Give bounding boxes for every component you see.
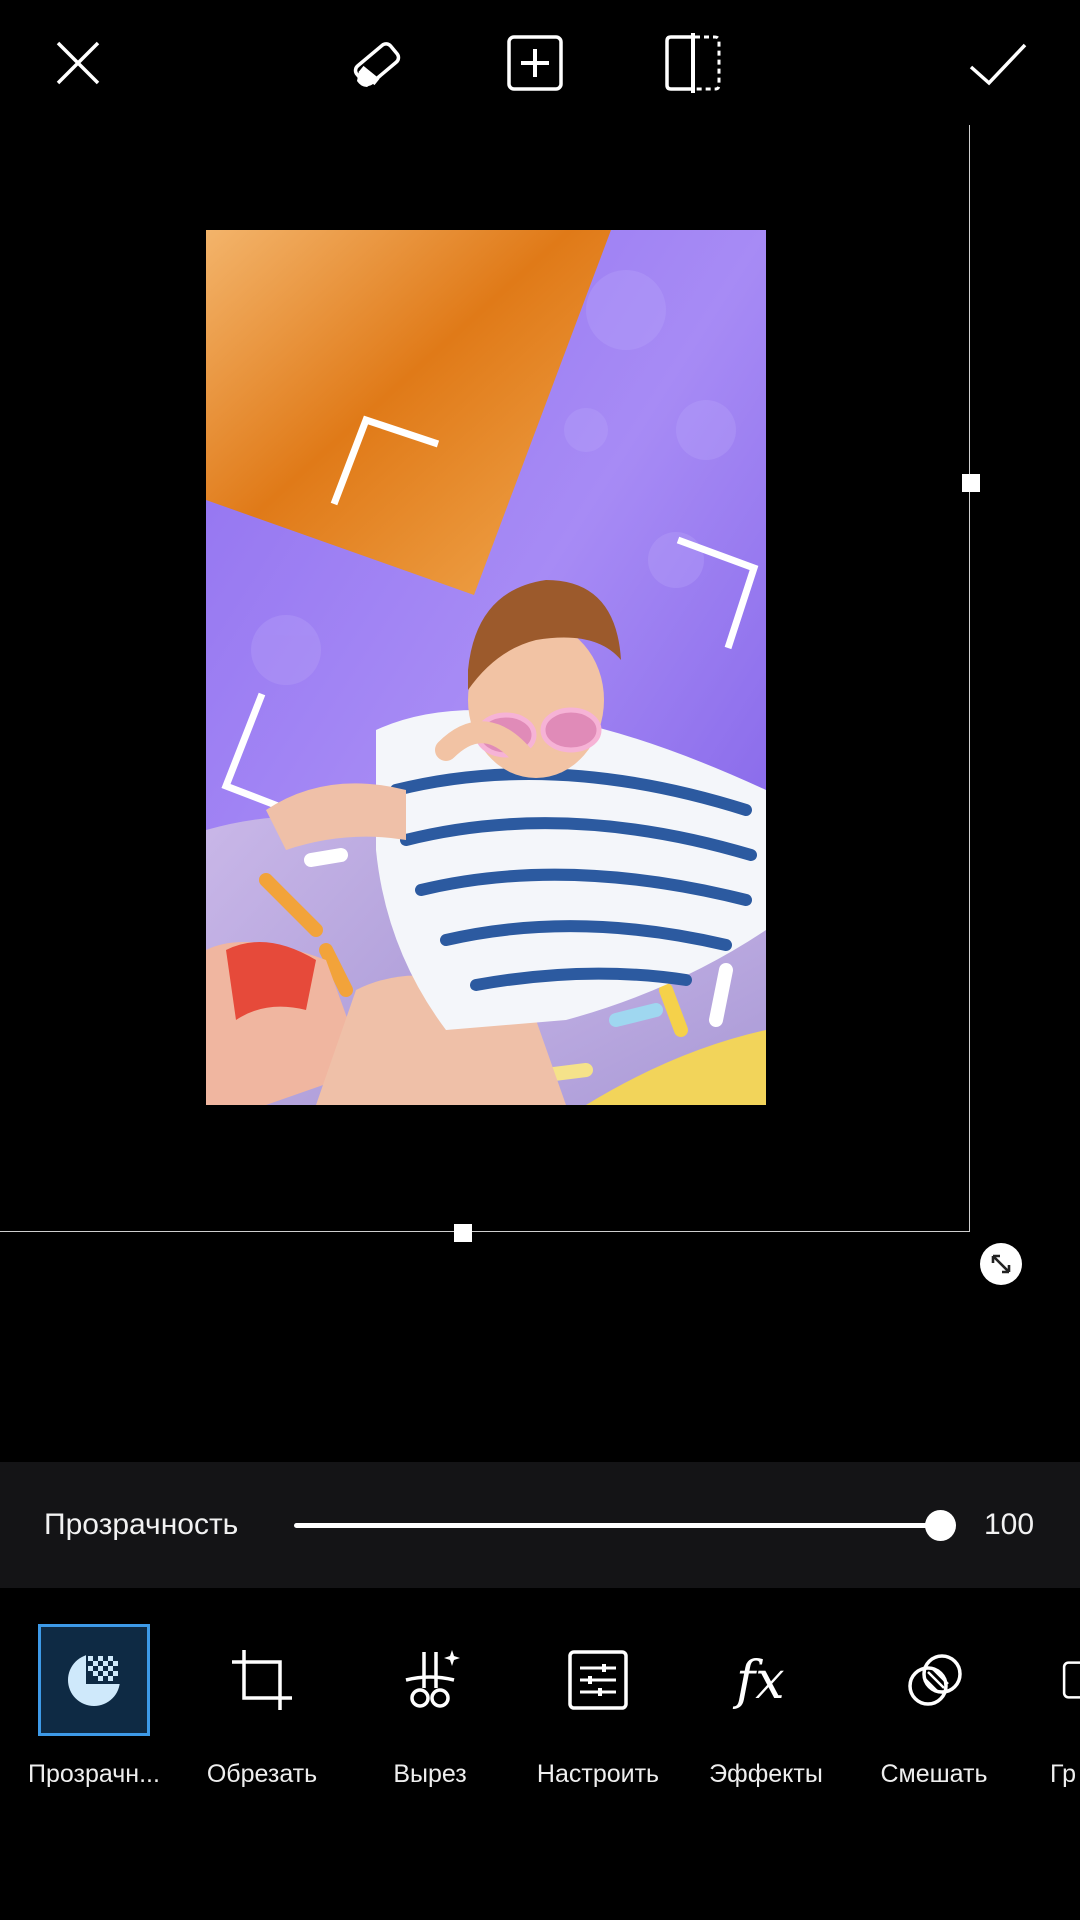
fx-icon: fx (710, 1624, 822, 1736)
selection-frame-right (969, 125, 970, 1232)
opacity-slider-thumb[interactable] (925, 1510, 956, 1541)
selection-frame-bottom (0, 1231, 970, 1232)
eraser-button[interactable] (342, 28, 412, 98)
tool-transparency[interactable]: Прозрачн... (10, 1620, 178, 1788)
crop-icon (206, 1624, 318, 1736)
tool-label: Прозрачн... (28, 1760, 160, 1788)
checkmark-icon (969, 43, 1027, 86)
flip-button[interactable] (658, 28, 728, 98)
tool-label: Гр (1050, 1760, 1077, 1788)
tool-effects[interactable]: fx Эффекты (682, 1620, 850, 1788)
tool-label: Вырез (393, 1760, 467, 1788)
cutout-scissors-icon (374, 1624, 486, 1736)
opacity-slider-track[interactable] (294, 1523, 940, 1528)
border-icon (1018, 1624, 1080, 1736)
tool-cutout[interactable]: Вырез (346, 1620, 514, 1788)
top-toolbar (0, 0, 1080, 125)
opacity-label: Прозрачность (44, 1508, 239, 1541)
tool-strip: Прозрачн... Обрезать Вырез Настроить fx … (0, 1588, 1080, 1920)
tool-label: Эффекты (709, 1760, 823, 1788)
tool-adjust[interactable]: Настроить (514, 1620, 682, 1788)
scale-rotate-handle[interactable] (980, 1243, 1022, 1285)
sticker-image[interactable] (206, 230, 766, 1105)
flip-horizontal-icon (665, 33, 721, 93)
tool-crop[interactable]: Обрезать (178, 1620, 346, 1788)
tool-label: Настроить (536, 1760, 660, 1788)
opacity-panel: Прозрачность 100 (0, 1462, 1080, 1588)
transparency-icon (38, 1624, 150, 1736)
add-layer-button[interactable] (500, 28, 570, 98)
tool-border[interactable]: Гр (1018, 1620, 1080, 1788)
selection-handle-right[interactable] (962, 474, 980, 492)
add-square-icon (507, 35, 563, 91)
close-icon (56, 41, 100, 85)
resize-arrows-icon (991, 1254, 1011, 1274)
blend-icon (878, 1624, 990, 1736)
editor-canvas[interactable] (0, 125, 1080, 1460)
tool-label: Обрезать (206, 1760, 318, 1788)
tool-blend[interactable]: Смешать (850, 1620, 1018, 1788)
apply-button[interactable] (962, 28, 1032, 98)
opacity-value: 100 (984, 1508, 1035, 1541)
selection-handle-bottom[interactable] (454, 1224, 472, 1242)
eraser-icon (353, 42, 401, 87)
sticker-image-art (206, 230, 766, 1105)
close-button[interactable] (43, 28, 113, 98)
adjust-icon (542, 1624, 654, 1736)
svg-text:fx: fx (732, 1651, 785, 1711)
tool-label: Смешать (880, 1760, 988, 1788)
